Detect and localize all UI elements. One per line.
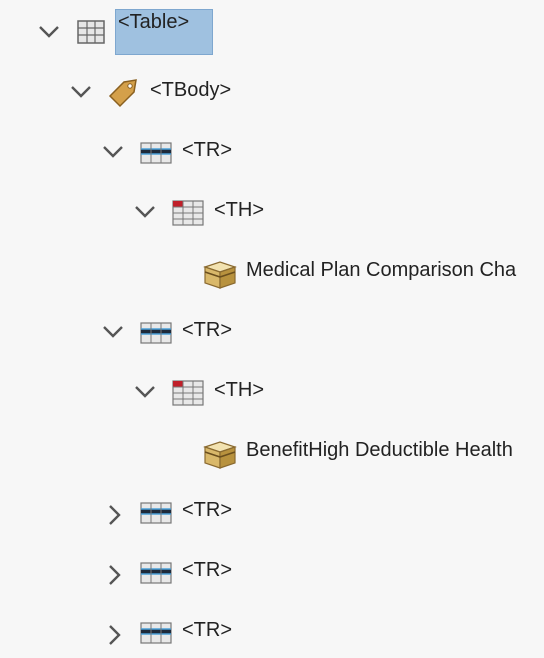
tree-node-label[interactable]: <TH> <box>214 196 264 224</box>
tree-node-label[interactable]: Medical Plan Comparison Cha <box>246 256 516 284</box>
tree-node-label[interactable]: <TR> <box>182 556 232 584</box>
chevron-down-icon[interactable] <box>100 318 126 344</box>
tree-node-table[interactable]: <Table> <box>0 8 544 58</box>
chevron-down-icon[interactable] <box>68 78 94 104</box>
tree-node-label[interactable]: BenefitHigh Deductible Health <box>246 436 513 464</box>
chevron-right-icon[interactable] <box>102 562 128 588</box>
table-row-icon <box>140 622 172 644</box>
table-row-icon <box>140 142 172 164</box>
tree-node-tr[interactable]: <TR> <box>0 608 544 658</box>
tag-icon <box>108 79 137 108</box>
tree-node-tr[interactable]: <TR> <box>0 128 544 178</box>
chevron-down-icon[interactable] <box>132 378 158 404</box>
tree-node-tr[interactable]: <TR> <box>0 488 544 538</box>
table-row-icon <box>140 322 172 344</box>
content-box-icon <box>203 261 237 289</box>
table-icon <box>77 20 105 44</box>
tree-node-th[interactable]: <TH> <box>0 368 544 418</box>
tree-node-label[interactable]: <TR> <box>182 136 232 164</box>
chevron-right-icon[interactable] <box>102 502 128 528</box>
tree-node-label[interactable]: <TR> <box>182 496 232 524</box>
table-row-icon <box>140 562 172 584</box>
chevron-down-icon[interactable] <box>132 198 158 224</box>
chevron-right-icon[interactable] <box>102 622 128 648</box>
tree-node-label[interactable]: <TR> <box>182 616 232 644</box>
tree-node-th[interactable]: <TH> <box>0 188 544 238</box>
tree-node-label[interactable]: <Table> <box>115 9 213 55</box>
tree-node-tbody[interactable]: <TBody> <box>0 68 544 118</box>
tree-node-label[interactable]: <TR> <box>182 316 232 344</box>
chevron-down-icon[interactable] <box>100 138 126 164</box>
tree-node-content[interactable]: Medical Plan Comparison Cha <box>0 248 544 298</box>
tree-node-content[interactable]: BenefitHigh Deductible Health <box>0 428 544 478</box>
table-header-icon <box>172 380 204 406</box>
tree-node-label[interactable]: <TH> <box>214 376 264 404</box>
tree-node-tr[interactable]: <TR> <box>0 308 544 358</box>
table-row-icon <box>140 502 172 524</box>
table-header-icon <box>172 200 204 226</box>
content-box-icon <box>203 441 237 469</box>
tree-node-label[interactable]: <TBody> <box>150 76 231 104</box>
tree-node-tr[interactable]: <TR> <box>0 548 544 598</box>
chevron-down-icon[interactable] <box>36 18 62 44</box>
